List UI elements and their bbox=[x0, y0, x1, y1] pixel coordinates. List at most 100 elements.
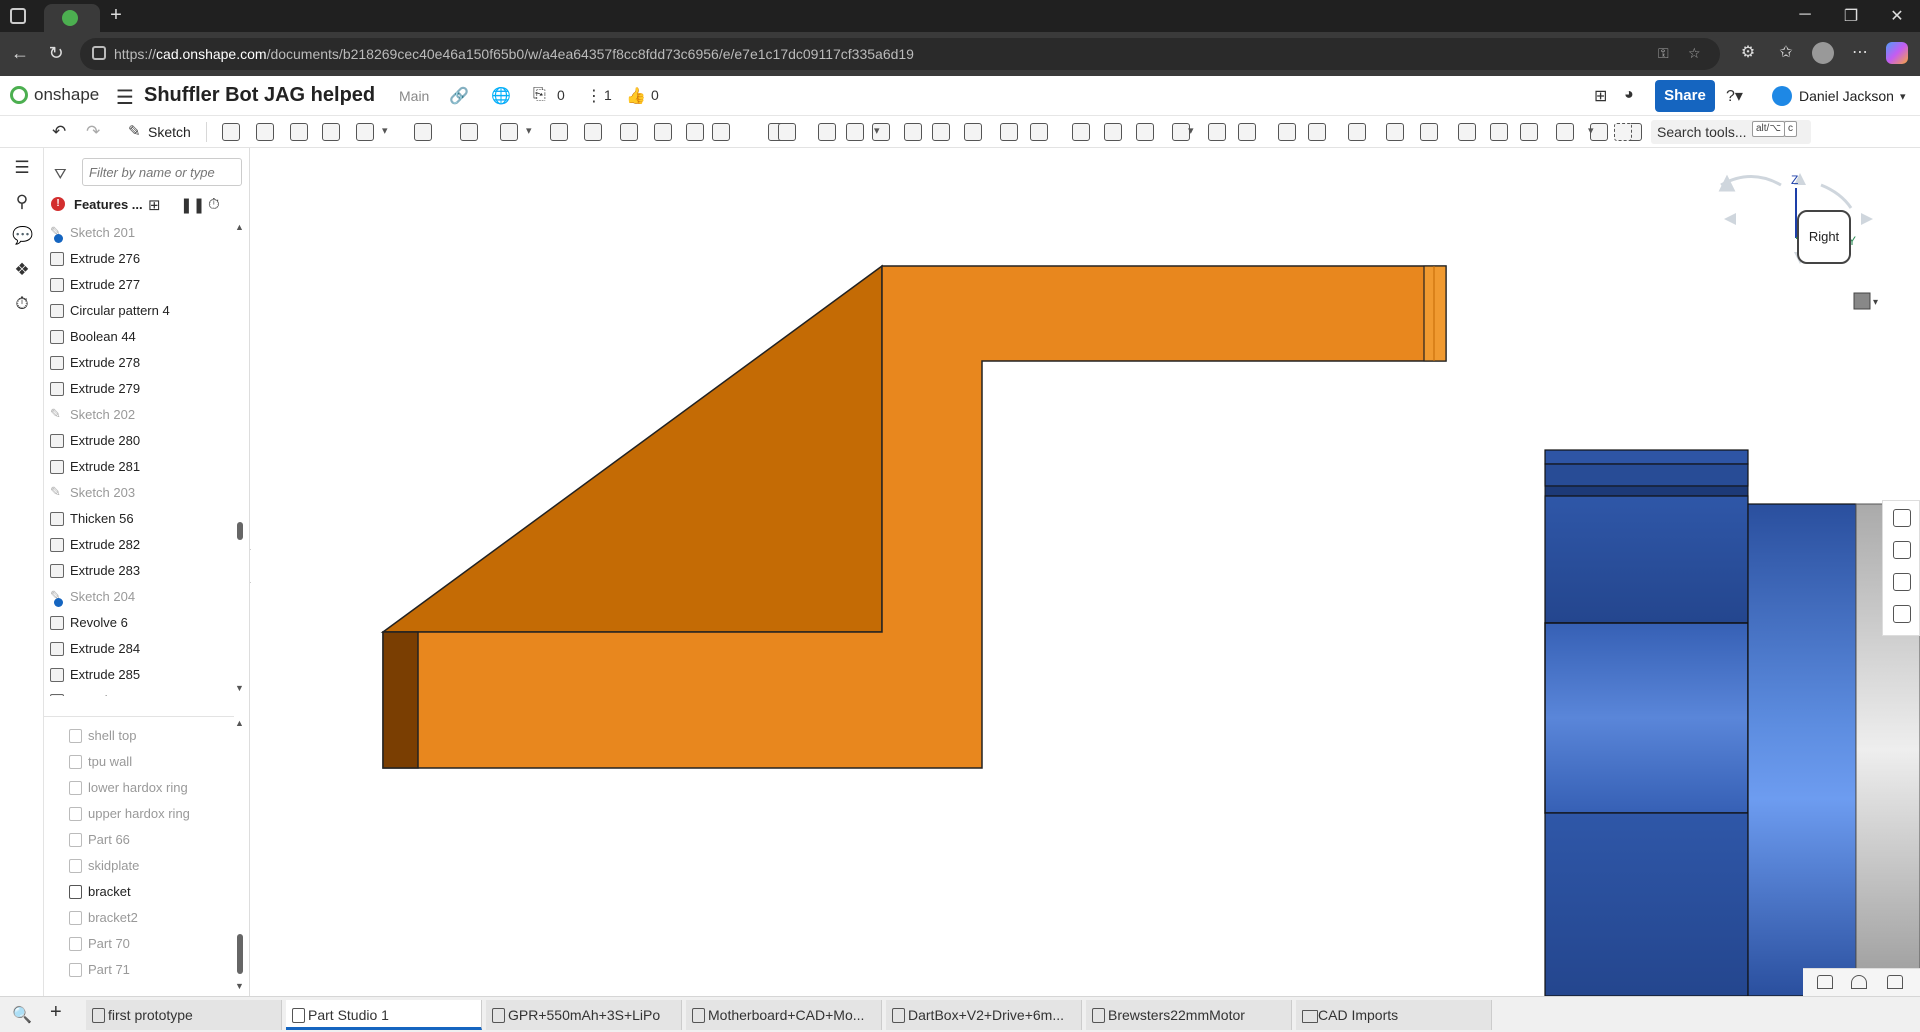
custom-feature-6-tool-icon[interactable] bbox=[1490, 123, 1508, 141]
draft-tool-icon[interactable] bbox=[500, 123, 518, 141]
sidebar-toggle-icon[interactable] bbox=[10, 8, 26, 24]
tool-dropdown-chevron-down-icon[interactable]: ▾ bbox=[1588, 124, 1594, 137]
drive-groove[interactable] bbox=[1544, 485, 1749, 497]
custom-feature-5-tool-icon[interactable] bbox=[1458, 123, 1476, 141]
graphics-viewport[interactable]: Z Y ▾ bbox=[251, 148, 1920, 996]
delete-part-tool-icon[interactable] bbox=[904, 123, 922, 141]
feature-filter-input[interactable] bbox=[82, 158, 242, 186]
url-field[interactable]: https://cad.onshape.com/documents/b21826… bbox=[80, 38, 1720, 70]
rollback-timer-icon[interactable]: ⏱ bbox=[208, 196, 220, 213]
configurations-icon[interactable] bbox=[1893, 573, 1911, 591]
parts-scroll-down-icon[interactable]: ▼ bbox=[235, 981, 244, 991]
custom-feature-7-tool-icon[interactable] bbox=[1520, 123, 1538, 141]
feature-item[interactable]: Extrude 280 bbox=[44, 428, 234, 454]
revolve-tool-icon[interactable] bbox=[256, 123, 274, 141]
tab-element[interactable]: Motherboard+CAD+Mo... bbox=[686, 1000, 882, 1030]
feature-item[interactable]: Extrude 276 bbox=[44, 246, 234, 272]
feature-scroll-thumb[interactable] bbox=[237, 522, 243, 540]
pause-icon[interactable]: ❚❚ bbox=[180, 196, 205, 214]
view-cube-face[interactable]: Right bbox=[1797, 210, 1851, 264]
part-item[interactable]: lower hardox ring bbox=[44, 775, 234, 801]
feature-item[interactable]: Thicken 56 bbox=[44, 506, 234, 532]
reload-icon[interactable]: ↻ bbox=[44, 43, 68, 64]
feature-item[interactable]: Extrude 278 bbox=[44, 350, 234, 376]
custom-feature-1-tool-icon[interactable] bbox=[1308, 123, 1326, 141]
drive-lower-body[interactable] bbox=[1544, 812, 1749, 996]
comments-icon[interactable]: 💬 bbox=[12, 226, 33, 246]
part-item[interactable]: bracket bbox=[44, 879, 234, 905]
part-item[interactable]: Part 66 bbox=[44, 827, 234, 853]
feature-item[interactable]: ✎ Sketch 204 bbox=[44, 584, 234, 610]
feature-item[interactable]: Circular pattern 4 bbox=[44, 298, 234, 324]
derived-tool-icon[interactable] bbox=[1238, 123, 1256, 141]
feature-item[interactable]: Extrude 283 bbox=[44, 558, 234, 584]
drive-mid-body[interactable] bbox=[1544, 622, 1749, 814]
section-view-icon[interactable] bbox=[1817, 975, 1833, 989]
replace-face-tool-icon[interactable] bbox=[1000, 123, 1018, 141]
plane-tool-icon[interactable] bbox=[846, 123, 864, 141]
scroll-up-icon[interactable]: ▲ bbox=[235, 222, 244, 232]
part-item[interactable]: shell top bbox=[44, 723, 234, 749]
sweep-tool-icon[interactable] bbox=[290, 123, 308, 141]
part-item[interactable]: Part 70 bbox=[44, 931, 234, 957]
extensions-icon[interactable]: ⚙ bbox=[1736, 42, 1760, 62]
filter-icon[interactable]: ⛛ bbox=[54, 166, 67, 183]
variable-tool-icon[interactable] bbox=[1208, 123, 1226, 141]
insert-tab-icon[interactable]: + bbox=[50, 1001, 62, 1024]
search-tabs-icon[interactable]: 🔍 bbox=[12, 1005, 32, 1025]
document-title[interactable]: Shuffler Bot JAG helped bbox=[144, 84, 375, 107]
feature-item[interactable]: Extrude 284 bbox=[44, 636, 234, 662]
site-info-icon[interactable] bbox=[92, 46, 106, 60]
user-name[interactable]: Daniel Jackson bbox=[1799, 88, 1894, 104]
model-canvas[interactable]: Z Y ▾ bbox=[251, 148, 1920, 996]
tab-folder[interactable]: CAD Imports bbox=[1296, 1000, 1492, 1030]
custom-feature-4-tool-icon[interactable] bbox=[1420, 123, 1438, 141]
offset-surface-tool-icon[interactable] bbox=[1030, 123, 1048, 141]
drive-part[interactable] bbox=[1544, 449, 1920, 996]
mate-connector-icon[interactable] bbox=[1851, 975, 1867, 989]
part-item[interactable]: skidplate bbox=[44, 853, 234, 879]
move-face-tool-icon[interactable] bbox=[964, 123, 982, 141]
display-states-icon[interactable] bbox=[1893, 541, 1911, 559]
hole-tool-icon[interactable] bbox=[620, 123, 638, 141]
add-folder-icon[interactable]: ⊞ bbox=[148, 196, 161, 214]
help-icon[interactable]: ?▾ bbox=[1726, 86, 1743, 106]
select-tool-icon[interactable] bbox=[1614, 123, 1632, 141]
loft-tool-icon[interactable] bbox=[322, 123, 340, 141]
favorites-icon[interactable]: ✩ bbox=[1774, 42, 1798, 62]
versions-icon[interactable]: ⎘ bbox=[533, 86, 546, 104]
drive-upper-body[interactable] bbox=[1544, 495, 1749, 624]
user-avatar[interactable] bbox=[1772, 86, 1792, 106]
learning-center-icon[interactable]: ◕ bbox=[1624, 86, 1634, 104]
menu-icon[interactable]: ☰ bbox=[116, 85, 134, 110]
link-icon[interactable]: 🔗 bbox=[449, 86, 469, 106]
share-button[interactable]: Share bbox=[1655, 80, 1715, 112]
rotate-right-arrow[interactable] bbox=[1820, 183, 1853, 209]
restore-icon[interactable]: ❐ bbox=[1836, 6, 1866, 26]
feature-item[interactable]: Extrude 286 bbox=[44, 688, 234, 696]
minimize-icon[interactable]: ─ bbox=[1790, 6, 1820, 24]
onshape-logo-icon[interactable] bbox=[10, 86, 28, 104]
drive-side-body[interactable] bbox=[1747, 503, 1857, 996]
extrude-tool-icon[interactable] bbox=[222, 123, 240, 141]
undo-icon[interactable]: ↶ bbox=[52, 122, 66, 142]
close-icon[interactable]: ✕ bbox=[1882, 6, 1912, 26]
helix-tool-icon[interactable] bbox=[1136, 123, 1154, 141]
globe-icon[interactable]: 🌐 bbox=[491, 86, 511, 106]
back-icon[interactable]: ← bbox=[8, 43, 32, 64]
tab-element[interactable]: Brewsters22mmMotor bbox=[1086, 1000, 1292, 1030]
view-options-icon[interactable] bbox=[1853, 292, 1871, 310]
right-arrow-icon[interactable] bbox=[1861, 213, 1873, 225]
tool-dropdown-chevron-down-icon[interactable]: ▾ bbox=[382, 124, 388, 137]
shell-tool-icon[interactable] bbox=[584, 123, 602, 141]
mirror-tool-icon[interactable] bbox=[818, 123, 836, 141]
view-options-chevron-down-icon[interactable]: ▾ bbox=[1873, 297, 1878, 308]
scroll-down-icon[interactable]: ▼ bbox=[235, 683, 244, 693]
rib-tool-icon[interactable] bbox=[550, 123, 568, 141]
tab-element[interactable]: DartBox+V2+Drive+6m... bbox=[886, 1000, 1082, 1030]
features-label[interactable]: Features ... bbox=[74, 197, 143, 212]
left-arrow-icon[interactable] bbox=[1724, 213, 1736, 225]
feature-item[interactable]: Extrude 281 bbox=[44, 454, 234, 480]
tab-element[interactable]: first prototype bbox=[86, 1000, 282, 1030]
part-item[interactable]: bracket2 bbox=[44, 905, 234, 931]
